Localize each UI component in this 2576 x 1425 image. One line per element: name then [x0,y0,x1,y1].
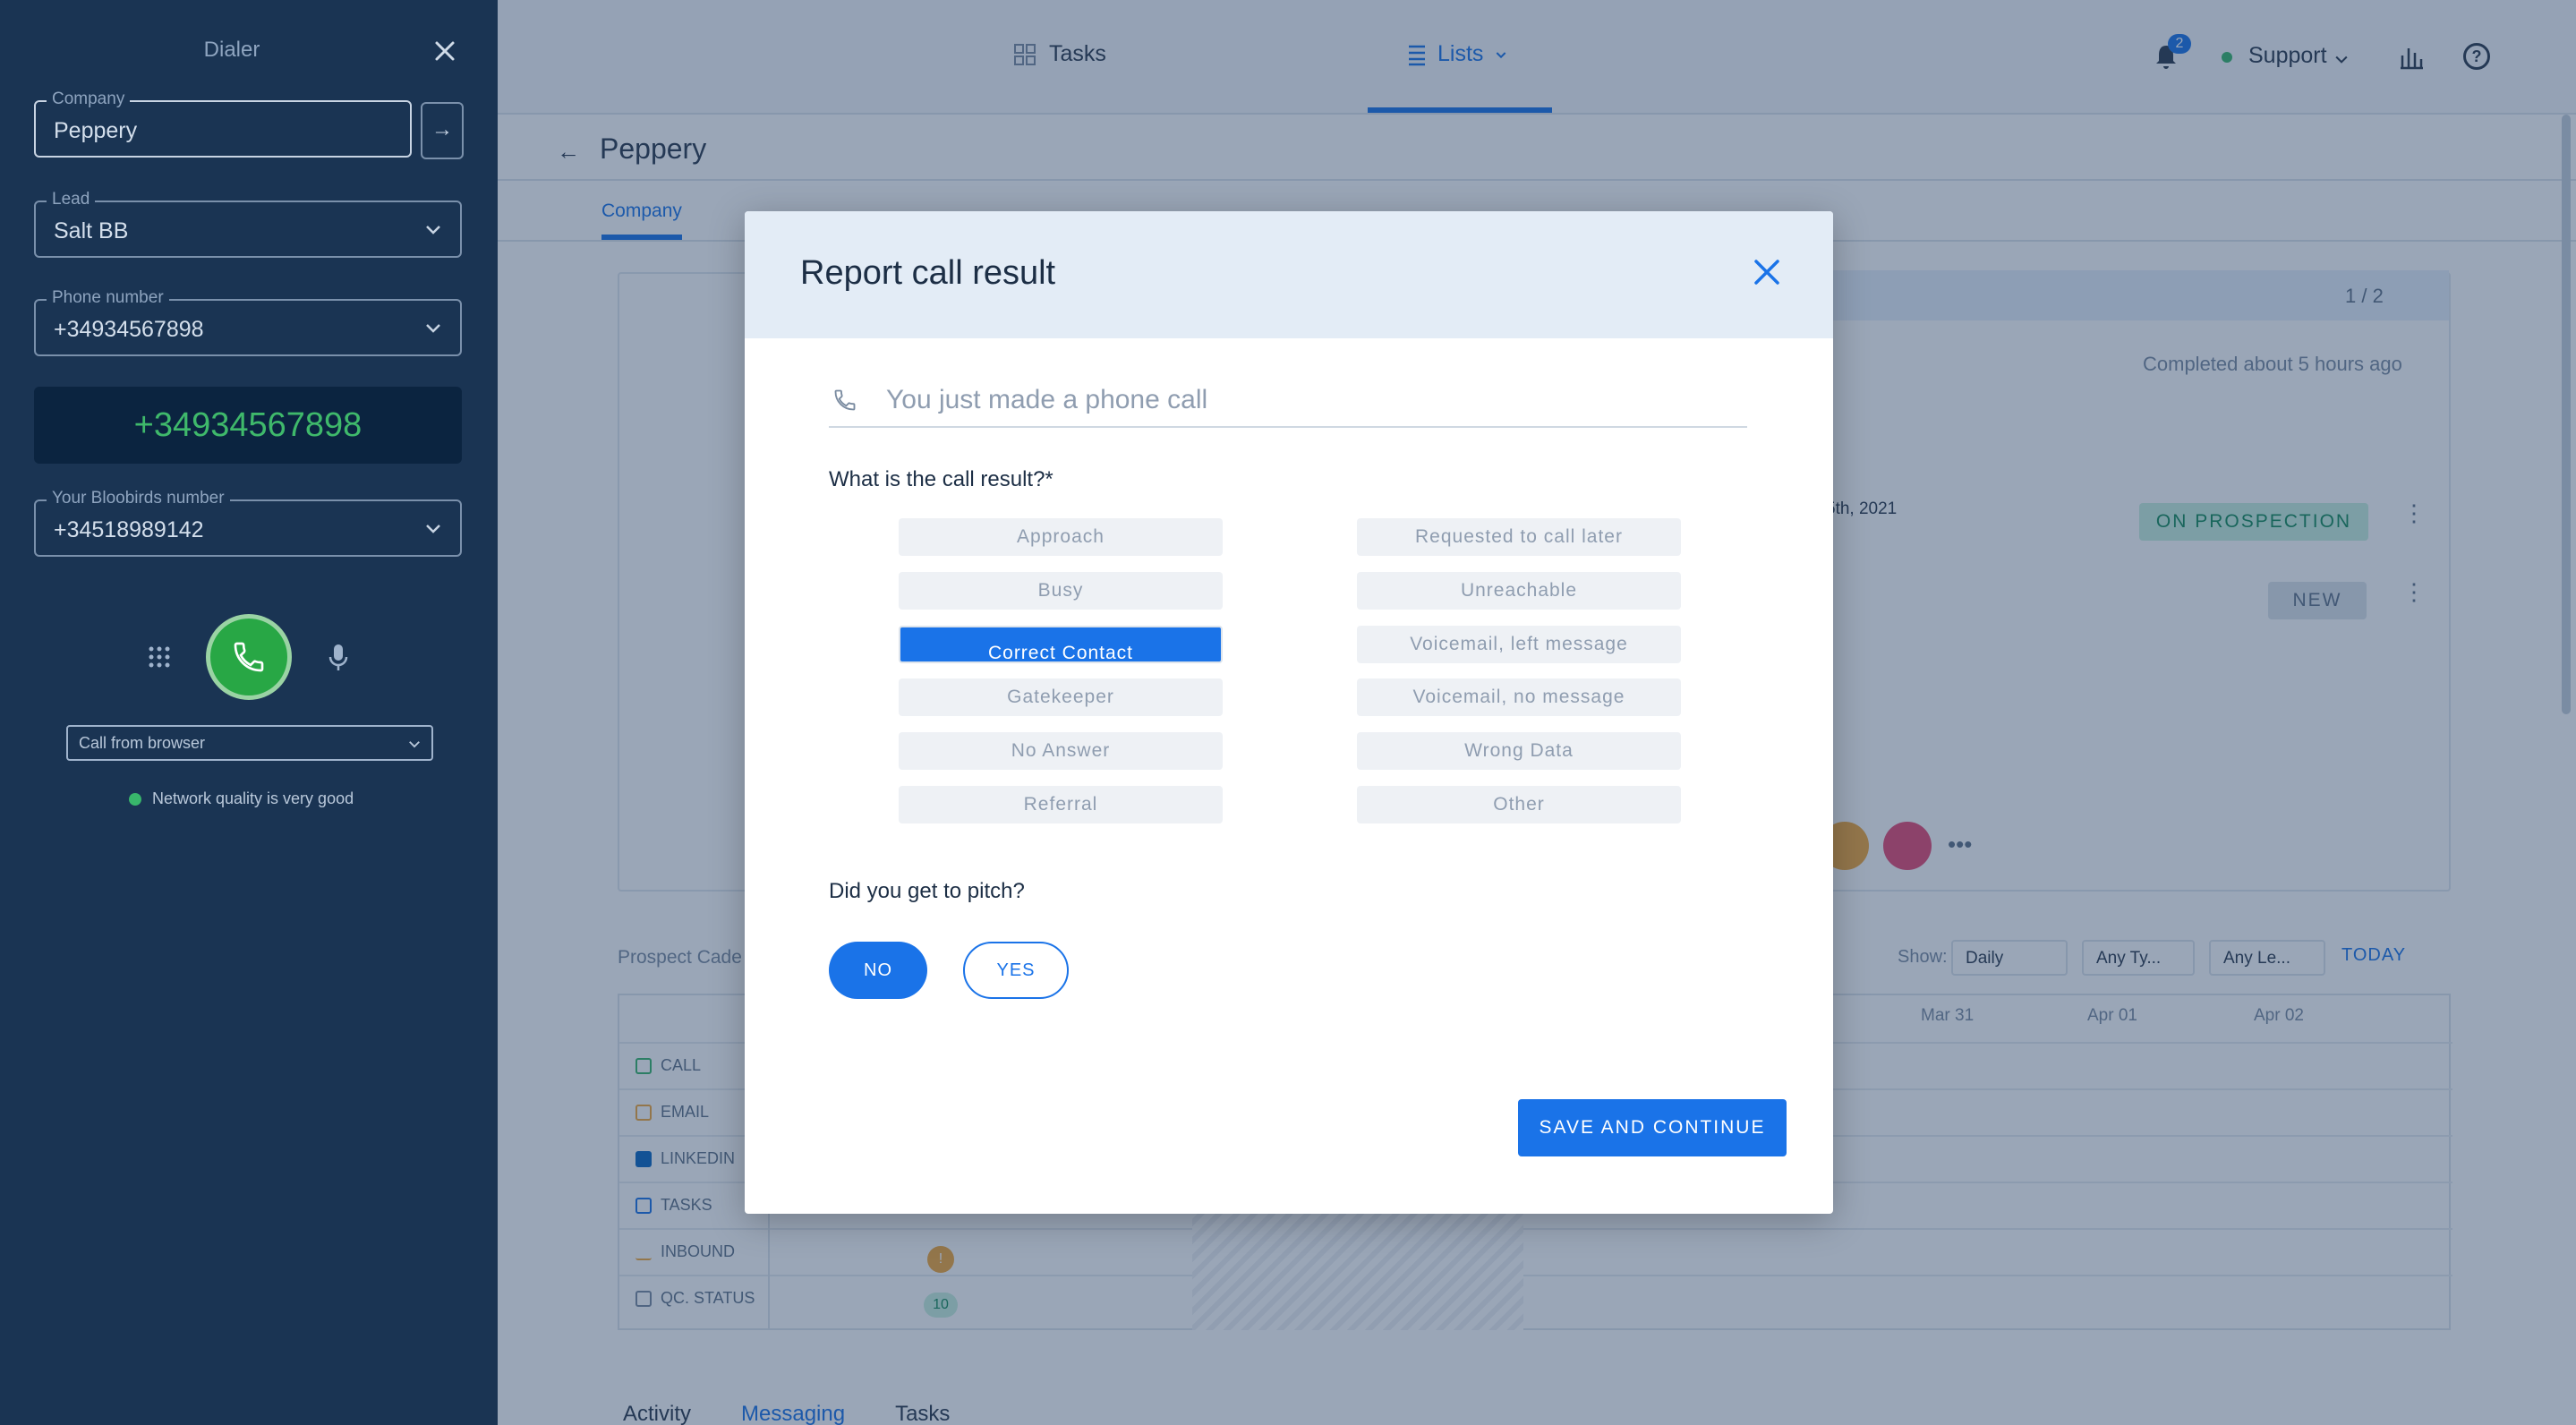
network-quality-text: Network quality is very good [152,789,354,807]
company-go-arrow-icon[interactable]: → [421,102,464,159]
call-from-select[interactable]: Call from browser [66,725,433,761]
chevron-down-icon [426,525,440,533]
dialer-panel: Dialer Company Peppery → Lead Salt BB Ph… [0,0,498,1425]
phone-number-label: Phone number [47,288,169,308]
bloobirds-number-label: Your Bloobirds number [47,489,230,508]
call-from-value: Call from browser [79,734,206,752]
company-label: Company [47,90,131,109]
modal-header: Report call result [745,211,1833,338]
call-button[interactable] [206,614,292,700]
result-correct-contact-button[interactable]: Correct Contact [899,626,1223,663]
report-call-result-modal: Report call result You just made a phone… [745,211,1833,1214]
company-value: Peppery [54,118,138,143]
chevron-down-icon [409,741,420,748]
call-summary-text: You just made a phone call [886,385,1208,414]
result-wrong-data-button[interactable]: Wrong Data [1357,732,1681,770]
modal-title: Report call result [800,254,1056,292]
microphone-icon[interactable] [326,643,351,673]
phone-icon [234,642,264,672]
chevron-down-icon [426,226,440,235]
company-field[interactable]: Company Peppery [34,90,412,158]
phone-icon [834,389,856,411]
result-voicemail-no-message-button[interactable]: Voicemail, no message [1357,678,1681,716]
dialer-close-icon[interactable] [431,38,458,64]
dialer-title: Dialer [203,38,260,62]
bloobirds-number-select[interactable]: Your Bloobirds number +34518989142 [34,489,462,557]
save-and-continue-button[interactable]: SAVE AND CONTINUE [1518,1099,1787,1156]
network-status-dot [129,793,141,806]
lead-label: Lead [47,190,96,209]
close-icon[interactable] [1749,254,1785,290]
keypad-icon[interactable] [147,644,172,670]
chevron-down-icon [426,324,440,333]
result-approach-button[interactable]: Approach [899,518,1223,556]
pitch-question: Did you get to pitch? [829,879,1025,903]
result-unreachable-button[interactable]: Unreachable [1357,572,1681,610]
lead-value: Salt BB [54,218,129,243]
lead-select[interactable]: Lead Salt BB [34,190,462,258]
result-other-button[interactable]: Other [1357,786,1681,823]
pitch-yes-button[interactable]: YES [963,942,1069,999]
result-requested-call-later-button[interactable]: Requested to call later [1357,518,1681,556]
call-summary-line: You just made a phone call [829,378,1747,428]
phone-number-value: +34934567898 [54,317,204,342]
result-no-answer-button[interactable]: No Answer [899,732,1223,770]
phone-number-select[interactable]: Phone number +34934567898 [34,288,462,356]
dialed-number-display: +34934567898 [34,387,462,464]
call-result-question: What is the call result?* [829,467,1053,491]
result-voicemail-left-button[interactable]: Voicemail, left message [1357,626,1681,663]
result-busy-button[interactable]: Busy [899,572,1223,610]
result-referral-button[interactable]: Referral [899,786,1223,823]
pitch-no-button[interactable]: NO [829,942,927,999]
result-gatekeeper-button[interactable]: Gatekeeper [899,678,1223,716]
bloobirds-number-value: +34518989142 [54,517,204,542]
